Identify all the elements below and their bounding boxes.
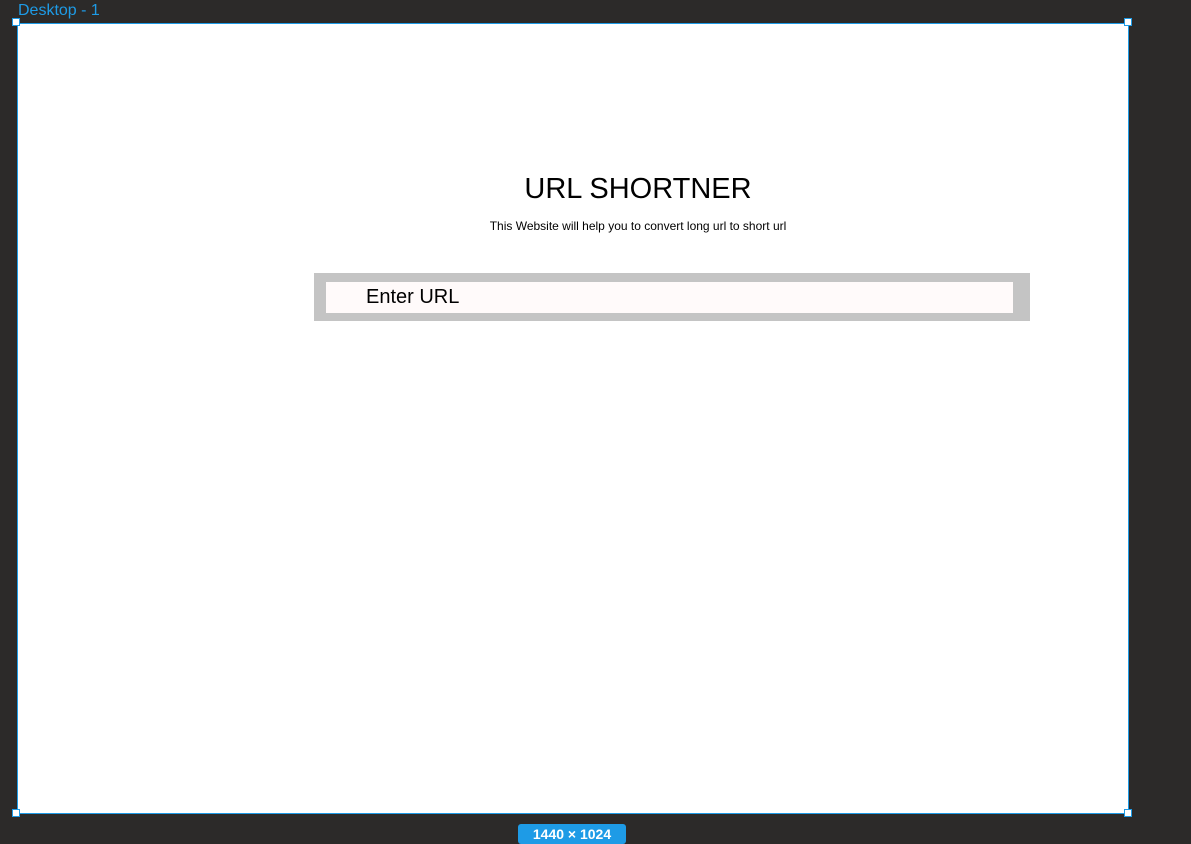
page-title: URL SHORTNER — [524, 173, 752, 205]
url-input-container — [314, 273, 1030, 321]
frame-size-badge: 1440 × 1024 — [518, 824, 626, 844]
url-input[interactable] — [326, 282, 1013, 313]
resize-handle-top-right[interactable] — [1124, 18, 1132, 26]
desktop-frame[interactable]: URL SHORTNER This Website will help you … — [17, 23, 1129, 814]
resize-handle-bottom-left[interactable] — [12, 809, 20, 817]
frame-label[interactable]: Desktop - 1 — [18, 1, 100, 21]
resize-handle-bottom-right[interactable] — [1124, 809, 1132, 817]
page-subtitle: This Website will help you to convert lo… — [489, 219, 787, 233]
resize-handle-top-left[interactable] — [12, 18, 20, 26]
